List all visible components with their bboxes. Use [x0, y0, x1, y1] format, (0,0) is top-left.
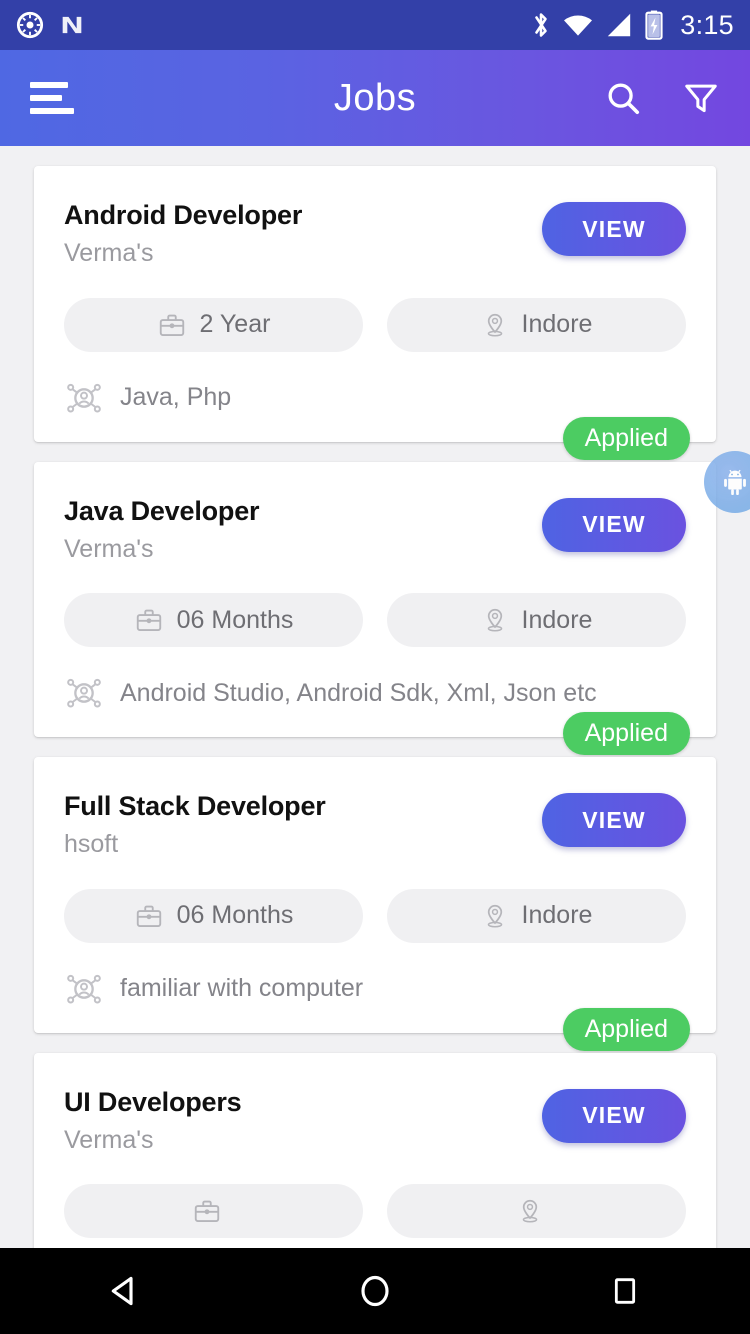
- job-company: Verma's: [64, 534, 154, 563]
- wifi-icon: [564, 15, 593, 36]
- skills-network-icon: [67, 974, 101, 1004]
- job-card[interactable]: Android Developer Verma's VIEW 2 Year In…: [34, 166, 716, 460]
- job-card[interactable]: Java Developer Verma's VIEW 06 Months In…: [34, 461, 716, 756]
- job-title: Android Developer: [64, 200, 303, 230]
- briefcase-icon: [159, 314, 184, 336]
- app-bar: Jobs: [0, 50, 750, 146]
- home-circle-icon: [361, 1275, 389, 1307]
- clock-icon: [16, 11, 44, 39]
- job-card-titles: Android Developer Verma's: [64, 200, 542, 268]
- status-badge: Applied: [562, 712, 690, 756]
- briefcase-icon: [194, 1200, 220, 1223]
- experience-text: 06 Months: [176, 901, 294, 930]
- job-meta-chips: 06 Months Indore: [64, 888, 686, 943]
- job-card[interactable]: UI Developers Verma's VIEW: [34, 1052, 716, 1248]
- job-skills-text: Android Studio, Android Sdk, Xml, Json e…: [120, 678, 597, 707]
- status-bar-left-icons: [16, 11, 86, 39]
- home-button[interactable]: [315, 1248, 435, 1334]
- location-pin-icon: [487, 904, 502, 928]
- search-icon[interactable]: [604, 79, 642, 117]
- job-skills-row: Android Studio, Android Sdk, Xml, Json e…: [64, 673, 686, 713]
- location-pin-icon: [487, 608, 502, 632]
- status-bar-right-icons: 3:15: [531, 10, 734, 41]
- job-title: Full Stack Developer: [64, 791, 326, 822]
- job-meta-chips: 2 Year Indore: [64, 297, 686, 352]
- job-meta-chips: 06 Months Indore: [64, 593, 686, 648]
- recents-button[interactable]: [565, 1248, 685, 1334]
- job-meta-chips: [64, 1184, 686, 1239]
- location-text: Indore: [521, 901, 593, 930]
- job-company: Verma's: [64, 1125, 154, 1154]
- job-title: UI Developers: [64, 1086, 242, 1117]
- location-chip: Indore: [387, 297, 686, 352]
- job-card-titles: UI Developers Verma's: [64, 1087, 542, 1155]
- android-nougat-icon: [62, 16, 82, 34]
- job-card-header: Java Developer Verma's VIEW: [64, 496, 686, 564]
- hamburger-menu-icon[interactable]: [30, 82, 78, 114]
- job-card-header: Android Developer Verma's VIEW: [64, 200, 686, 268]
- android-navigation-bar: [0, 1248, 750, 1334]
- job-skills-text: familiar with computer: [120, 974, 364, 1003]
- experience-chip: 06 Months: [64, 593, 363, 648]
- view-button[interactable]: VIEW: [542, 202, 686, 256]
- view-button[interactable]: VIEW: [542, 793, 686, 848]
- job-list[interactable]: Android Developer Verma's VIEW 2 Year In…: [0, 146, 750, 1248]
- experience-chip: [64, 1184, 363, 1239]
- job-skills-row: familiar with computer: [64, 969, 686, 1009]
- job-company: Verma's: [64, 239, 154, 268]
- skills-network-icon: [67, 678, 101, 708]
- back-button[interactable]: [65, 1248, 185, 1334]
- briefcase-icon: [136, 905, 161, 927]
- recents-square-icon: [614, 1278, 636, 1304]
- status-bar: 3:15: [0, 0, 750, 50]
- experience-text: 06 Months: [176, 605, 294, 634]
- status-badge: Applied: [562, 416, 690, 460]
- job-company: hsoft: [64, 830, 119, 859]
- filter-icon[interactable]: [682, 79, 720, 117]
- location-pin-icon: [522, 1200, 538, 1223]
- experience-chip: 06 Months: [64, 888, 363, 943]
- phone-screen: 3:15 Jobs Android Developer Verma's VIEW…: [0, 0, 750, 1334]
- job-skills-text: Java, Php: [120, 383, 232, 412]
- status-badge: Applied: [562, 1007, 690, 1051]
- skills-network-icon: [67, 383, 101, 413]
- back-triangle-icon: [111, 1276, 133, 1306]
- location-text: Indore: [521, 310, 593, 339]
- job-card[interactable]: Full Stack Developer hsoft VIEW 06 Month…: [34, 757, 716, 1051]
- view-button[interactable]: VIEW: [542, 497, 686, 552]
- job-card-titles: Java Developer Verma's: [64, 496, 542, 564]
- job-skills-row: Java, Php: [64, 378, 686, 418]
- job-card-header: Full Stack Developer hsoft VIEW: [64, 791, 686, 859]
- app-bar-actions: [604, 79, 720, 117]
- location-chip: [387, 1184, 686, 1239]
- location-text: Indore: [521, 605, 593, 634]
- job-card-header: UI Developers Verma's VIEW: [64, 1087, 686, 1155]
- briefcase-icon: [136, 609, 161, 632]
- bluetooth-icon: [535, 13, 548, 37]
- status-time: 3:15: [680, 9, 734, 40]
- location-chip: Indore: [387, 593, 686, 648]
- experience-text: 2 Year: [199, 310, 271, 339]
- job-card-titles: Full Stack Developer hsoft: [64, 791, 542, 859]
- location-pin-icon: [487, 313, 502, 337]
- view-button[interactable]: VIEW: [542, 1088, 686, 1143]
- cellular-signal-icon: [608, 13, 631, 37]
- location-chip: Indore: [387, 888, 686, 943]
- experience-chip: 2 Year: [64, 297, 363, 352]
- job-title: Java Developer: [64, 495, 260, 526]
- android-robot-icon: [724, 469, 746, 496]
- battery-charging-icon: [645, 10, 663, 40]
